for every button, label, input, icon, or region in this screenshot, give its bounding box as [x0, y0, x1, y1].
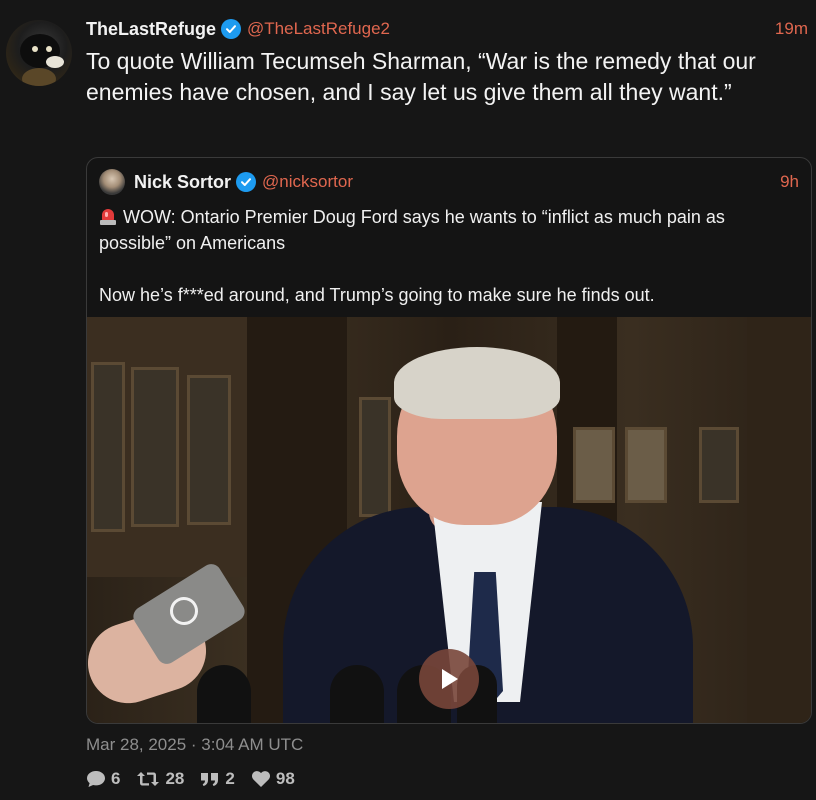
retweet-icon — [137, 772, 160, 786]
heart-icon — [251, 771, 270, 787]
microphone — [330, 665, 384, 723]
quote-icon — [201, 773, 219, 786]
reply-button[interactable]: 6 — [86, 769, 120, 789]
picture-frame — [699, 427, 739, 503]
quoted-paragraph-2: Now he’s f***ed around, and Trump’s goin… — [99, 285, 655, 305]
quoted-post-header: Nick Sortor @nicksortor 9h — [99, 168, 799, 196]
quoted-paragraph-1-text: WOW: Ontario Premier Doug Ford says he w… — [99, 207, 725, 253]
quoted-post-time[interactable]: 9h — [780, 172, 799, 192]
quoted-author-avatar[interactable] — [99, 169, 125, 195]
post-time[interactable]: 19m — [775, 19, 808, 39]
video-player[interactable] — [87, 317, 811, 723]
reply-count: 6 — [111, 769, 121, 788]
picture-frame — [359, 397, 391, 517]
picture-frame — [187, 375, 231, 525]
avatar-snout — [46, 56, 64, 68]
author-name[interactable]: TheLastRefuge — [86, 19, 216, 40]
author-avatar[interactable] — [6, 20, 72, 86]
retweet-count: 28 — [165, 769, 185, 788]
post-text: To quote William Tecumseh Sharman, “War … — [86, 48, 756, 105]
post-stats: 6 28 2 98 — [86, 767, 311, 791]
background-doorway — [747, 317, 811, 723]
quote-count: 2 — [225, 769, 235, 788]
retweet-button[interactable]: 28 — [136, 769, 184, 789]
like-count: 98 — [275, 769, 295, 788]
author-handle[interactable]: @TheLastRefuge2 — [247, 19, 390, 39]
quote-button[interactable]: 2 — [200, 769, 235, 789]
verified-badge-icon — [221, 19, 242, 39]
play-icon[interactable] — [419, 649, 479, 709]
picture-frame — [131, 367, 179, 527]
avatar-belly — [22, 68, 56, 86]
picture-frame — [91, 362, 125, 532]
person-hair — [394, 347, 560, 419]
post-header: TheLastRefuge @TheLastRefuge2 19m — [86, 16, 808, 42]
verified-badge-icon — [236, 172, 257, 192]
avatar-eye-left — [32, 46, 38, 52]
picture-frame — [573, 427, 615, 503]
reply-icon — [87, 771, 105, 787]
quoted-post-text: WOW: Ontario Premier Doug Ford says he w… — [99, 204, 799, 334]
quoted-paragraph-1: WOW: Ontario Premier Doug Ford says he w… — [99, 204, 799, 256]
like-button[interactable]: 98 — [251, 769, 295, 789]
siren-icon — [99, 207, 117, 225]
quoted-post[interactable]: Nick Sortor @nicksortor 9h WOW: Ontario … — [86, 157, 812, 724]
quoted-author-name[interactable]: Nick Sortor — [134, 172, 231, 193]
post-date[interactable]: Mar 28, 2025 · 3:04 AM UTC — [86, 735, 303, 755]
picture-frame — [625, 427, 667, 503]
quoted-author-handle[interactable]: @nicksortor — [262, 172, 353, 192]
avatar-eye-right — [46, 46, 52, 52]
microphone — [197, 665, 251, 723]
